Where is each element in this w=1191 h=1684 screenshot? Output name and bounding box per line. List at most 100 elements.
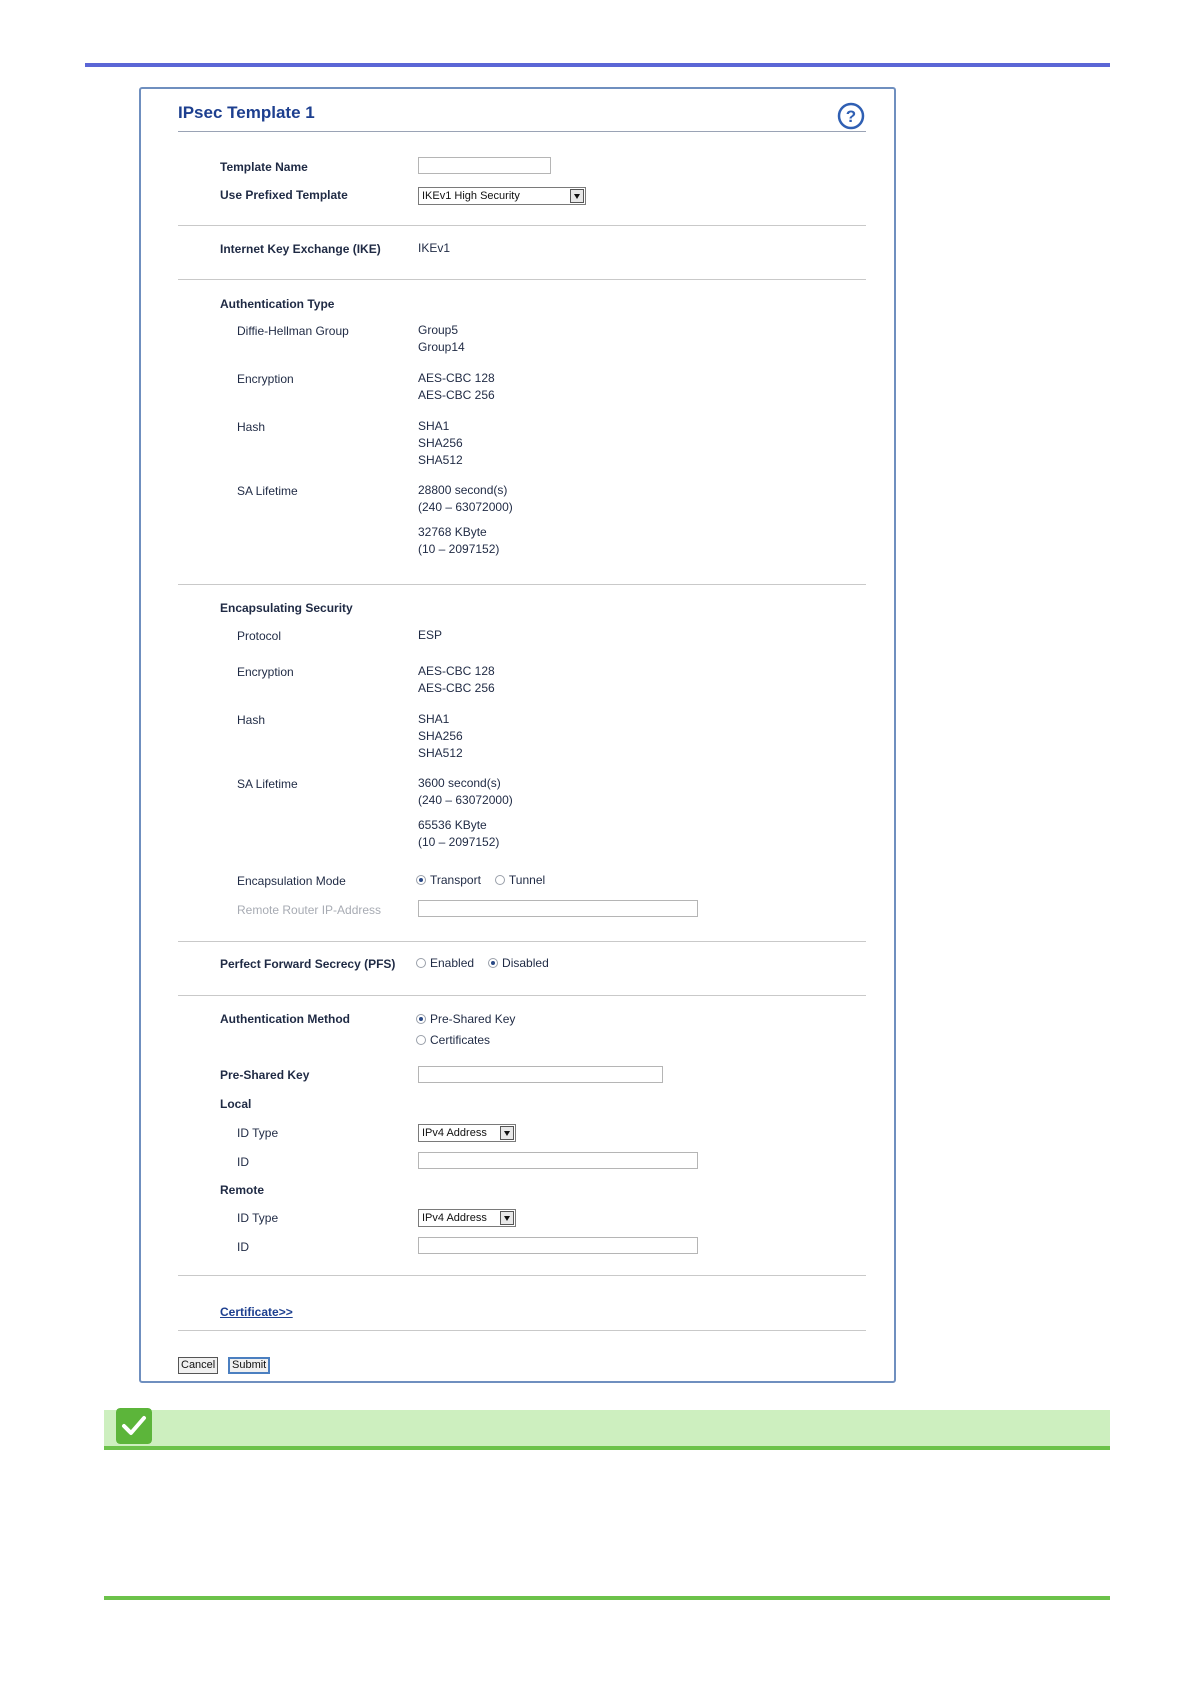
value-line: (240 – 63072000) [418, 793, 513, 807]
page-title: IPsec Template 1 [178, 103, 315, 122]
sa-lifetime-size: 32768 KByte (10 – 2097152) [418, 524, 499, 558]
value-line: AES-CBC 256 [418, 388, 495, 402]
pfs-group: Enabled Disabled [416, 956, 549, 970]
local-id-type-value: IPv4 Address [422, 1127, 487, 1139]
template-name-input[interactable] [418, 157, 551, 174]
remote-router-input[interactable] [418, 900, 698, 917]
auth-method-label: Authentication Method [220, 1012, 350, 1026]
checkmark-icon [116, 1408, 152, 1444]
value-line: AES-CBC 128 [418, 371, 495, 385]
remote-id-type-label: ID Type [237, 1211, 279, 1225]
encryption-label: Encryption [237, 665, 294, 679]
value-line: (10 – 2097152) [418, 542, 500, 556]
protocol-value: ESP [418, 628, 443, 642]
auth-method-option-psk: Pre-Shared Key [416, 1012, 515, 1026]
svg-text:?: ? [846, 107, 856, 126]
pre-shared-key-radio[interactable] [416, 1014, 426, 1024]
encapsulation-mode-label: Encapsulation Mode [237, 874, 346, 888]
pfs-disabled-label: Disabled [502, 956, 549, 970]
transport-label: Transport [430, 873, 481, 887]
pfs-enabled-radio[interactable] [416, 958, 426, 968]
prefixed-template-select[interactable]: IKEv1 High Security [418, 187, 586, 205]
hash-label: Hash [237, 713, 266, 727]
divider [178, 941, 866, 942]
pre-shared-key-label: Pre-Shared Key [220, 1068, 310, 1082]
sa-lifetime-time: 28800 second(s) (240 – 63072000) [418, 482, 513, 516]
prefixed-template-value: IKEv1 High Security [422, 190, 520, 202]
encapsulation-mode-group: Transport Tunnel [416, 873, 545, 887]
sa-lifetime-size: 65536 KByte (10 – 2097152) [418, 817, 499, 851]
local-id-type-select[interactable]: IPv4 Address [418, 1124, 516, 1142]
value-line: SHA256 [418, 436, 463, 450]
encap-security-heading: Encapsulating Security [220, 601, 353, 615]
tunnel-radio[interactable] [494, 875, 505, 885]
remote-id-type-value: IPv4 Address [422, 1212, 487, 1224]
note-divider [104, 1446, 1110, 1450]
remote-heading: Remote [220, 1183, 265, 1197]
cancel-button[interactable]: Cancel [178, 1357, 219, 1374]
dh-group-label: Diffie-Hellman Group [237, 324, 349, 338]
auth-method-option-cert: Certificates [416, 1033, 490, 1047]
value-line: SHA512 [418, 746, 463, 760]
transport-radio[interactable] [416, 875, 426, 885]
encryption-value: AES-CBC 128 AES-CBC 256 [418, 370, 495, 404]
chevron-down-icon [570, 189, 584, 203]
value-line: Group14 [418, 340, 465, 354]
pfs-enabled-label: Enabled [430, 956, 475, 970]
remote-id-label: ID [237, 1240, 249, 1254]
ike-value: IKEv1 [418, 241, 451, 255]
submit-button[interactable]: Submit [228, 1357, 271, 1374]
divider [178, 225, 866, 226]
hash-value: SHA1 SHA256 SHA512 [418, 418, 463, 469]
note-bar [104, 1410, 1110, 1446]
pfs-disabled-radio[interactable] [488, 958, 499, 968]
sa-lifetime-label: SA Lifetime [237, 777, 298, 791]
local-heading: Local [220, 1097, 252, 1111]
title-divider [178, 131, 866, 132]
remote-router-label: Remote Router IP-Address [237, 903, 382, 917]
hash-label: Hash [237, 420, 266, 434]
tunnel-label: Tunnel [508, 873, 546, 887]
remote-id-input[interactable] [418, 1237, 698, 1254]
value-line: AES-CBC 128 [418, 664, 495, 678]
value-line: (240 – 63072000) [418, 500, 513, 514]
template-name-label: Template Name [220, 160, 308, 174]
value-line: SHA1 [418, 419, 450, 433]
value-line: (10 – 2097152) [418, 835, 500, 849]
local-id-input[interactable] [418, 1152, 698, 1169]
protocol-label: Protocol [237, 629, 282, 643]
pfs-label: Perfect Forward Secrecy (PFS) [220, 957, 396, 971]
value-line: SHA256 [418, 729, 463, 743]
local-id-type-label: ID Type [237, 1126, 279, 1140]
value-line: 65536 KByte [418, 818, 487, 832]
sa-lifetime-label: SA Lifetime [237, 484, 298, 498]
chevron-down-icon [500, 1126, 514, 1140]
sa-lifetime-time: 3600 second(s) (240 – 63072000) [418, 775, 513, 809]
auth-type-heading: Authentication Type [220, 297, 335, 311]
value-line: Group5 [418, 323, 459, 337]
divider [178, 279, 866, 280]
value-line: SHA512 [418, 453, 463, 467]
pre-shared-key-option-label: Pre-Shared Key [430, 1012, 516, 1026]
remote-id-type-select[interactable]: IPv4 Address [418, 1209, 516, 1227]
value-line: 32768 KByte [418, 525, 487, 539]
divider [178, 1275, 866, 1276]
value-line: 3600 second(s) [418, 776, 501, 790]
bottom-divider [104, 1596, 1110, 1600]
hash-value: SHA1 SHA256 SHA512 [418, 711, 463, 762]
dh-group-value: Group5 Group14 [418, 322, 465, 356]
divider [178, 1330, 866, 1331]
help-icon[interactable]: ? [837, 102, 865, 130]
value-line: AES-CBC 256 [418, 681, 495, 695]
certificates-radio[interactable] [416, 1035, 426, 1045]
top-rule [85, 63, 1110, 67]
local-id-label: ID [237, 1155, 249, 1169]
divider [178, 584, 866, 585]
ike-label: Internet Key Exchange (IKE) [220, 242, 381, 256]
pre-shared-key-input[interactable] [418, 1066, 663, 1083]
value-line: 28800 second(s) [418, 483, 508, 497]
value-line: SHA1 [418, 712, 450, 726]
chevron-down-icon [500, 1211, 514, 1225]
certificates-option-label: Certificates [430, 1033, 491, 1047]
certificate-link[interactable]: Certificate>> [220, 1305, 293, 1319]
